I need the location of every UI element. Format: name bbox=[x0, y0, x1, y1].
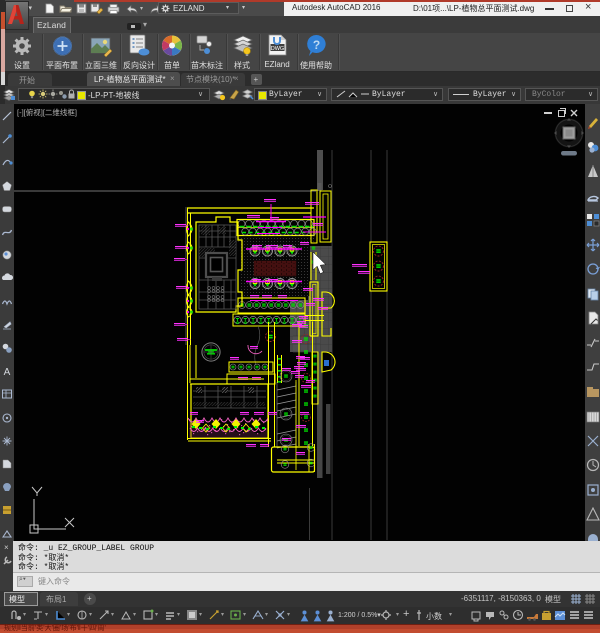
svg-text:?: ? bbox=[313, 38, 320, 52]
svg-text:DWG: DWG bbox=[271, 46, 284, 52]
svg-text:A: A bbox=[4, 367, 11, 377]
